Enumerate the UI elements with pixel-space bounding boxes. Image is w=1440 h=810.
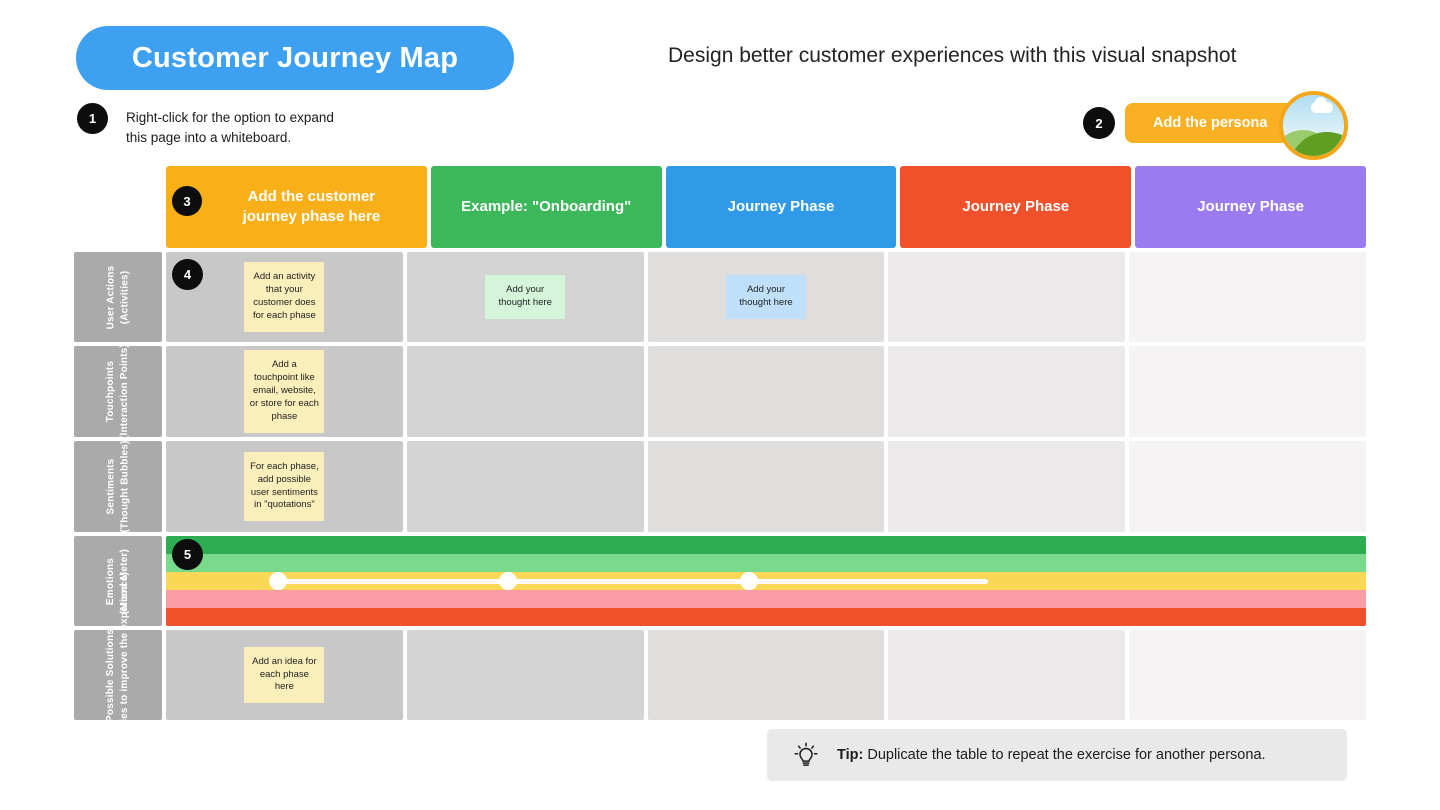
page-title-pill: Customer Journey Map (76, 26, 514, 90)
step-badge-2: 2 (1083, 107, 1115, 139)
mood-meter-point-0[interactable] (268, 572, 287, 590)
journey-grid: Add the customer journey phase here Exampl… (74, 166, 1366, 779)
user-actions-row-label-text: User Actions (Activities) (105, 265, 132, 329)
journey-phase-header-2[interactable]: Journey Phase (665, 166, 897, 248)
persona-avatar-image-placeholder-icon[interactable] (1279, 91, 1348, 160)
possible-solutions-cell-4[interactable] (1129, 630, 1366, 720)
touchpoints-row-label-line2: (Interaction Points) (119, 343, 130, 440)
possible-solutions-row: Possible Solutions (Opportunities to impr… (74, 571, 1366, 779)
lightbulb-icon (789, 738, 823, 772)
touchpoints-cell-4[interactable] (1129, 346, 1366, 437)
sentiments-cell-0[interactable]: For each phase, add possible user sentim… (166, 441, 403, 532)
possible-solutions-cell-0[interactable]: Add an idea for each phase here (166, 630, 403, 720)
touchpoints-sticky-note-0[interactable]: Add a touchpoint like email, website, or… (244, 350, 325, 433)
mood-meter-strip[interactable] (166, 536, 1366, 626)
sentiments-cell-2[interactable] (647, 441, 885, 532)
sentiments-row-label: Sentiments (Thought Bubbles) (74, 440, 162, 533)
sentiments-row-label-line1: Sentiments (105, 458, 117, 515)
possible-solutions-row-label-text: Possible Solutions (Opportunities to impr… (105, 571, 132, 778)
tip-text: Tip: Duplicate the table to repeat the e… (837, 747, 1266, 763)
journey-phase-header-row: Add the customer journey phase here Exampl… (74, 166, 1366, 248)
user-actions-cell-0[interactable]: Add an activity that your customer does … (166, 252, 403, 342)
journey-phase-header-label-0: Add the customer journey phase here (243, 187, 381, 228)
user-actions-row-label-line1: User Actions (105, 265, 117, 329)
journey-phase-header-4[interactable]: Journey Phase (1135, 166, 1366, 248)
mood-meter-point-1[interactable] (499, 572, 517, 590)
header-row-spacer (74, 166, 162, 248)
whiteboard-hint-line-2: this page into a whiteboard. (126, 129, 292, 145)
sentiments-row-label-line2: (Thought Bubbles) (119, 440, 130, 533)
sentiments-row-label-text: Sentiments (Thought Bubbles) (105, 440, 132, 532)
journey-phase-header-label2-0: journey phase here (242, 208, 381, 225)
touchpoints-cell-2[interactable] (647, 346, 885, 437)
user-actions-row-label: User Actions (Activities) (74, 252, 162, 342)
touchpoints-row: Touchpoints (Interaction Points) Add a tou… (74, 344, 1366, 439)
sentiments-row: Sentiments (Thought Bubbles) For each phas… (74, 440, 1366, 533)
journey-phase-header-label-3: Journey Phase (962, 197, 1070, 215)
whiteboard-hint-line-1: Right-click for the option to expand (126, 110, 334, 125)
possible-solutions-row-label: Possible Solutions (Opportunities to impr… (74, 571, 162, 779)
mood-meter-line (277, 578, 988, 584)
emotions-row: Emotions (Mood Meter) (74, 536, 1366, 626)
touchpoints-row-label: Touchpoints (Interaction Points) (74, 344, 162, 439)
touchpoints-row-label-text: Touchpoints (Interaction Points) (105, 344, 132, 439)
user-actions-row: User Actions (Activities) Add an activity … (74, 252, 1366, 342)
touchpoints-cell-1[interactable] (406, 346, 644, 437)
sentiments-cell-4[interactable] (1129, 441, 1366, 532)
whiteboard-hint-text: Right-click for the option to expand thi… (126, 108, 334, 147)
journey-phase-header-label-4: Journey Phase (1197, 197, 1304, 215)
possible-solutions-row-label-line1: Possible Solutions (105, 628, 117, 722)
touchpoints-cell-3[interactable] (888, 346, 1126, 437)
page-subtitle: Design better customer experiences with … (668, 44, 1237, 67)
user-actions-sticky-note-0[interactable]: Add an activity that your customer does … (244, 262, 325, 332)
possible-solutions-cell-3[interactable] (888, 630, 1126, 720)
tip-prefix: Tip: (837, 747, 864, 763)
mood-band-unhappy (166, 590, 1366, 608)
touchpoints-cell-0[interactable]: Add a touchpoint like email, website, or… (166, 346, 403, 437)
possible-solutions-cell-2[interactable] (647, 630, 885, 720)
tip-bar: Tip: Duplicate the table to repeat the e… (767, 729, 1347, 781)
add-persona-label: Add the persona (1153, 115, 1268, 131)
user-actions-sticky-note-1[interactable]: Add your thought here (485, 275, 566, 319)
touchpoints-row-label-line1: Touchpoints (105, 360, 117, 423)
mood-band-happy (166, 554, 1366, 572)
user-actions-cell-3[interactable] (888, 252, 1126, 342)
step-badge-1: 1 (77, 103, 108, 134)
possible-solutions-cell-1[interactable] (406, 630, 644, 720)
possible-solutions-sticky-note-0[interactable]: Add an idea for each phase here (244, 646, 325, 704)
journey-phase-header-label-2: Journey Phase (727, 197, 835, 215)
tip-body: Duplicate the table to repeat the exerci… (863, 747, 1266, 763)
step-badge-4: 4 (172, 259, 203, 290)
journey-phase-header-1[interactable]: Example: "Onboarding" (430, 166, 662, 248)
mood-band-very-unhappy (166, 608, 1366, 626)
journey-phase-header-label-1: Example: "Onboarding" (461, 197, 632, 215)
sentiments-sticky-note-0[interactable]: For each phase, add possible user sentim… (244, 451, 325, 522)
step-badge-3: 3 (172, 186, 202, 216)
journey-phase-header-0[interactable]: Add the customer journey phase here (166, 166, 427, 248)
user-actions-cell-4[interactable] (1129, 252, 1366, 342)
journey-phase-header-3[interactable]: Journey Phase (900, 166, 1132, 248)
step-badge-5: 5 (172, 539, 203, 570)
user-actions-cell-2[interactable]: Add your thought here (647, 252, 885, 342)
possible-solutions-row-label-line2: (Opportunities to improve the experience… (119, 571, 130, 779)
user-actions-row-label-line2: (Activities) (119, 270, 130, 324)
sentiments-cell-3[interactable] (888, 441, 1126, 532)
mood-band-very-happy (166, 536, 1366, 554)
sentiments-cell-1[interactable] (406, 441, 644, 532)
user-actions-cell-1[interactable]: Add your thought here (406, 252, 644, 342)
page-title: Customer Journey Map (131, 41, 459, 74)
user-actions-sticky-note-2[interactable]: Add your thought here (725, 275, 806, 319)
avatar-cloud-icon (1311, 97, 1333, 113)
customer-journey-map-page: Customer Journey Map Design better custo… (0, 0, 1440, 810)
